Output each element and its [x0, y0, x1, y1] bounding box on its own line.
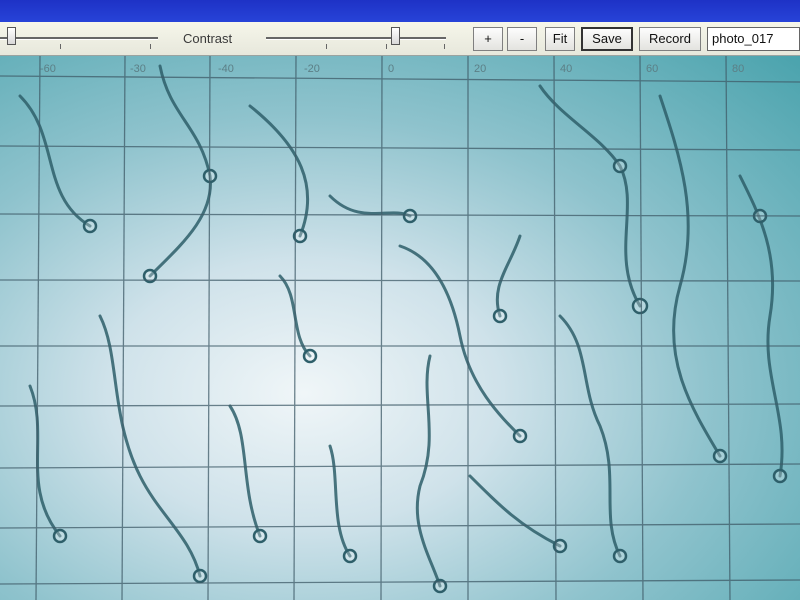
contrast-slider-thumb[interactable]	[391, 27, 400, 45]
zoom-out-button[interactable]: -	[507, 27, 537, 51]
microscope-image-viewport[interactable]: -60 -30 -40 -20 0 20 40 60 80	[0, 56, 800, 600]
grid-labels: -60 -30 -40 -20 0 20 40 60 80	[40, 63, 744, 75]
brightness-slider-track[interactable]	[0, 37, 158, 39]
grid-label: -40	[218, 63, 234, 75]
brightness-slider-tick	[60, 44, 61, 49]
zoom-in-button[interactable]: +	[473, 27, 503, 51]
contrast-slider[interactable]	[266, 22, 446, 56]
toolbar: Contrast + - Fit Save Record photo_017	[0, 22, 800, 56]
grid-label: 80	[732, 63, 744, 75]
filename-field[interactable]: photo_017	[707, 27, 800, 51]
grid-label: 40	[560, 63, 572, 75]
window-title-bar	[0, 0, 800, 22]
contrast-slider-tick	[386, 44, 387, 49]
measurement-grid	[0, 56, 800, 600]
contrast-slider-tick	[326, 44, 327, 49]
grid-label: 0	[388, 63, 394, 75]
contrast-slider-track[interactable]	[266, 37, 446, 39]
contrast-slider-tick	[444, 44, 445, 49]
grid-label: -20	[304, 63, 320, 75]
contrast-label: Contrast	[183, 31, 233, 46]
specimen-strands	[18, 64, 784, 588]
grid-label: -60	[40, 63, 56, 75]
save-button[interactable]: Save	[581, 27, 633, 51]
fit-button[interactable]: Fit	[545, 27, 575, 51]
grid-label: 20	[474, 63, 486, 75]
brightness-slider-tick	[150, 44, 151, 49]
grid-label: 60	[646, 63, 658, 75]
grid-label: -30	[130, 63, 146, 75]
specimen-overlay: -60 -30 -40 -20 0 20 40 60 80	[0, 56, 800, 600]
brightness-slider-thumb[interactable]	[7, 27, 16, 45]
record-button[interactable]: Record	[639, 27, 701, 51]
brightness-slider[interactable]	[0, 22, 158, 56]
